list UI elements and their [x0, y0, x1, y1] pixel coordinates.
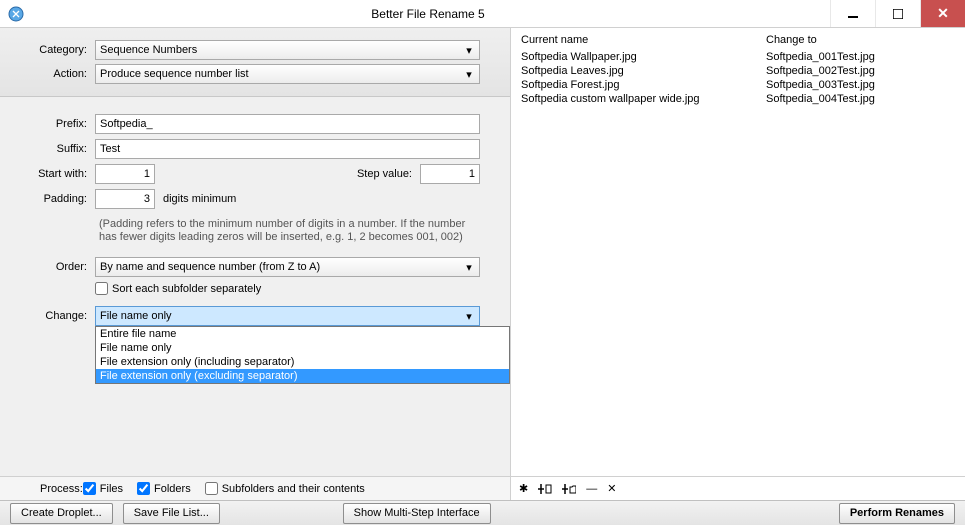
padding-input[interactable] [95, 189, 155, 209]
change-dropdown-list: Entire file name File name only File ext… [95, 326, 510, 384]
window-title: Better File Rename 5 [26, 7, 830, 21]
preview-row[interactable]: Softpedia Leaves.jpgSoftpedia_002Test.jp… [511, 64, 965, 78]
chevron-down-icon: ▾ [461, 310, 477, 323]
chevron-down-icon: ▾ [461, 261, 477, 274]
preview-row[interactable]: Softpedia Forest.jpgSoftpedia_003Test.jp… [511, 78, 965, 92]
padding-label: Padding: [0, 193, 95, 205]
change-option[interactable]: File name only [96, 341, 509, 355]
close-button[interactable]: ✕ [920, 0, 965, 27]
category-label: Category: [0, 44, 95, 56]
change-label: Change: [0, 310, 95, 322]
suffix-input[interactable] [95, 139, 480, 159]
add-folder-icon[interactable] [562, 483, 576, 495]
column-header-changeto[interactable]: Change to [766, 34, 955, 46]
preview-row[interactable]: Softpedia custom wallpaper wide.jpgSoftp… [511, 92, 965, 106]
start-with-input[interactable] [95, 164, 155, 184]
action-label: Action: [0, 68, 95, 80]
start-with-label: Start with: [0, 168, 95, 180]
step-value-input[interactable] [420, 164, 480, 184]
add-file-icon[interactable] [538, 483, 552, 495]
current-name: Softpedia Forest.jpg [521, 79, 766, 91]
remove-icon[interactable]: — [586, 483, 597, 495]
padding-suffix: digits minimum [163, 193, 236, 205]
chevron-down-icon: ▾ [461, 68, 477, 81]
sort-subfolder-checkbox[interactable]: Sort each subfolder separately [95, 282, 261, 295]
prefix-label: Prefix: [0, 118, 95, 130]
save-file-list-button[interactable]: Save File List... [123, 503, 220, 524]
titlebar: Better File Rename 5 ✕ [0, 0, 965, 28]
settings-panel: Category: Sequence Numbers ▾ Action: Pro… [0, 28, 510, 476]
process-options: Process: Files Folders Subfolders and th… [0, 476, 510, 500]
change-to: Softpedia_002Test.jpg [766, 65, 955, 77]
perform-renames-button[interactable]: Perform Renames [839, 503, 955, 524]
category-select[interactable]: Sequence Numbers ▾ [95, 40, 480, 60]
process-folders-checkbox[interactable]: Folders [137, 482, 191, 495]
change-option[interactable]: File extension only (excluding separator… [96, 369, 509, 383]
maximize-button[interactable] [875, 0, 920, 27]
clear-icon[interactable]: ✕ [607, 482, 616, 495]
current-name: Softpedia custom wallpaper wide.jpg [521, 93, 766, 105]
change-select[interactable]: File name only ▾ [95, 306, 480, 326]
change-to: Softpedia_004Test.jpg [766, 93, 955, 105]
padding-help-text: (Padding refers to the minimum number of… [0, 214, 510, 252]
bottom-bar: Create Droplet... Save File List... Show… [0, 500, 965, 525]
suffix-label: Suffix: [0, 143, 95, 155]
minimize-button[interactable] [830, 0, 875, 27]
chevron-down-icon: ▾ [461, 44, 477, 57]
column-header-current[interactable]: Current name [521, 34, 766, 46]
change-option[interactable]: File extension only (including separator… [96, 355, 509, 369]
change-to: Softpedia_001Test.jpg [766, 51, 955, 63]
create-droplet-button[interactable]: Create Droplet... [10, 503, 113, 524]
process-subfolders-checkbox[interactable]: Subfolders and their contents [205, 482, 365, 495]
action-select[interactable]: Produce sequence number list ▾ [95, 64, 480, 84]
prefix-input[interactable] [95, 114, 480, 134]
preview-panel: Current name Change to Softpedia Wallpap… [510, 28, 965, 476]
order-select[interactable]: By name and sequence number (from Z to A… [95, 257, 480, 277]
app-icon [6, 4, 26, 24]
process-files-checkbox[interactable]: Files [83, 482, 123, 495]
list-toolbar: ✱ — ✕ [510, 476, 965, 500]
current-name: Softpedia Wallpaper.jpg [521, 51, 766, 63]
order-label: Order: [0, 261, 95, 273]
preview-list: Softpedia Wallpaper.jpgSoftpedia_001Test… [511, 50, 965, 106]
step-value-label: Step value: [357, 168, 412, 180]
process-label: Process: [40, 483, 83, 495]
change-to: Softpedia_003Test.jpg [766, 79, 955, 91]
gear-icon[interactable]: ✱ [519, 482, 528, 495]
current-name: Softpedia Leaves.jpg [521, 65, 766, 77]
change-option[interactable]: Entire file name [96, 327, 509, 341]
preview-row[interactable]: Softpedia Wallpaper.jpgSoftpedia_001Test… [511, 50, 965, 64]
show-multistep-button[interactable]: Show Multi-Step Interface [343, 503, 491, 524]
